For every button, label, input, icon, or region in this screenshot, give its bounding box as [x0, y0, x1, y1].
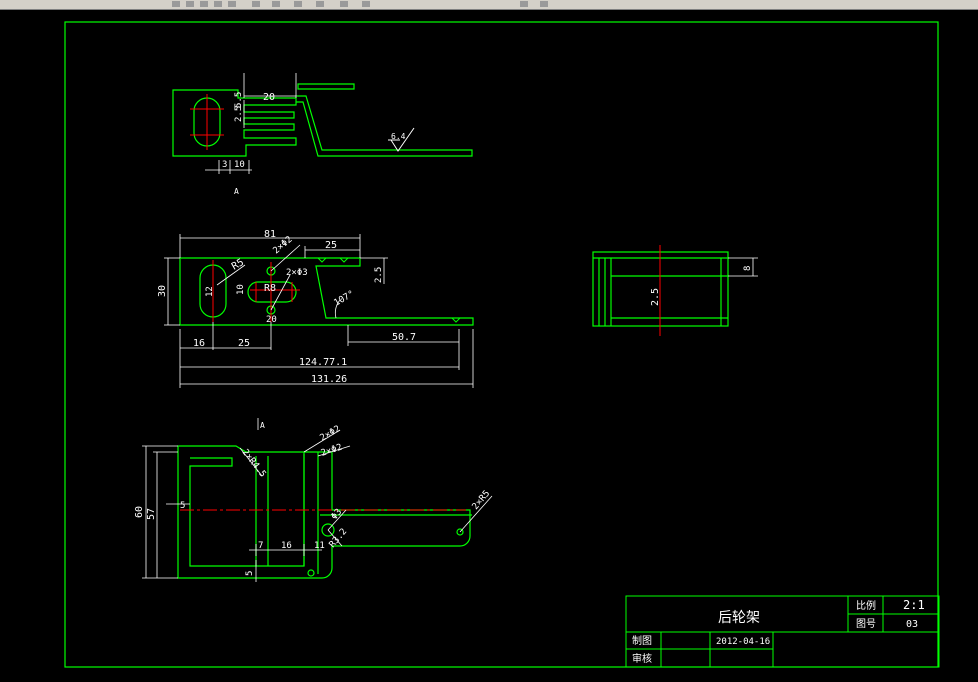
toolbar-icon[interactable] — [316, 1, 324, 7]
dim-10: 10 — [236, 284, 246, 295]
dim-12: 12 — [205, 286, 215, 297]
dim-81: 81 — [264, 229, 276, 240]
part-name: 后轮架 — [718, 610, 760, 626]
toolbar-icon[interactable] — [340, 1, 348, 7]
drawn-date: 2012-04-16 — [716, 637, 770, 647]
dim-r8: R8 — [264, 283, 276, 294]
dim-50-7: 50.7 — [392, 332, 416, 343]
dim-2-5: 2.5 — [234, 106, 244, 122]
dim-30: 30 — [157, 285, 168, 297]
toolbar-icon[interactable] — [186, 1, 194, 7]
dim-8-side: 8 — [743, 266, 753, 271]
dim-2-5-front: 2.5 — [374, 267, 384, 283]
title-block — [625, 595, 940, 668]
dim-2xphi2-a: 2×Φ2 — [319, 424, 343, 444]
checked-label: 审核 — [632, 652, 652, 665]
dim-131-26: 131.26 — [311, 374, 347, 385]
dim-16-bottom: 16 — [281, 541, 292, 551]
toolbar-icon[interactable] — [252, 1, 260, 7]
dim-5-bottom: 5 — [245, 571, 255, 576]
dim-3: 3 — [222, 160, 227, 170]
toolbar-icon[interactable] — [272, 1, 280, 7]
drawing-canvas[interactable]: 20 5.5 2.5 3 10 6.4 A 81 2×Φ2 25 R5 2×Φ3… — [0, 10, 978, 682]
dim-5-5: 5.5 — [234, 92, 244, 108]
roughness-value: 6.4 — [391, 132, 406, 141]
toolbar-icon[interactable] — [200, 1, 208, 7]
toolbar-icon[interactable] — [540, 1, 548, 7]
dim-2xphi3: 2×Φ3 — [286, 268, 308, 278]
dim-60: 60 — [134, 506, 145, 518]
dim-2-5-side: 2.5 — [650, 288, 661, 306]
dim-57: 57 — [146, 508, 157, 520]
scale-label: 比例 — [856, 599, 876, 612]
section-mark-bottom: A — [260, 421, 265, 430]
drawing-no-value: 03 — [906, 619, 918, 630]
toolbar-icon[interactable] — [214, 1, 222, 7]
dim-20: 20 — [263, 92, 275, 103]
section-mark-top: A — [234, 187, 239, 196]
top-view — [172, 73, 473, 174]
dim-25: 25 — [238, 338, 250, 349]
angle-107: 107° — [333, 289, 357, 309]
dim-10: 10 — [234, 160, 245, 170]
dim-16: 16 — [193, 338, 205, 349]
dim-5-left: 5 — [180, 501, 185, 511]
toolbar-icon[interactable] — [362, 1, 370, 7]
dim-124-771: 124.77.1 — [299, 357, 347, 368]
dim-7: 7 — [258, 541, 263, 551]
toolbar-icon[interactable] — [172, 1, 180, 7]
cad-toolbar-strip — [0, 0, 978, 10]
toolbar-icon[interactable] — [520, 1, 528, 7]
bottom-view — [142, 418, 493, 582]
dim-20-front: 20 — [266, 315, 277, 325]
side-view — [592, 245, 758, 336]
dim-r5: R5 — [230, 257, 246, 273]
scale-value: 2:1 — [903, 598, 925, 612]
dim-11: 11 — [314, 541, 325, 551]
drawing-no-label: 图号 — [856, 618, 876, 630]
toolbar-icon[interactable] — [294, 1, 302, 7]
dim-25-top: 25 — [325, 240, 337, 251]
toolbar-icon[interactable] — [228, 1, 236, 7]
drawn-label: 制图 — [632, 634, 652, 647]
